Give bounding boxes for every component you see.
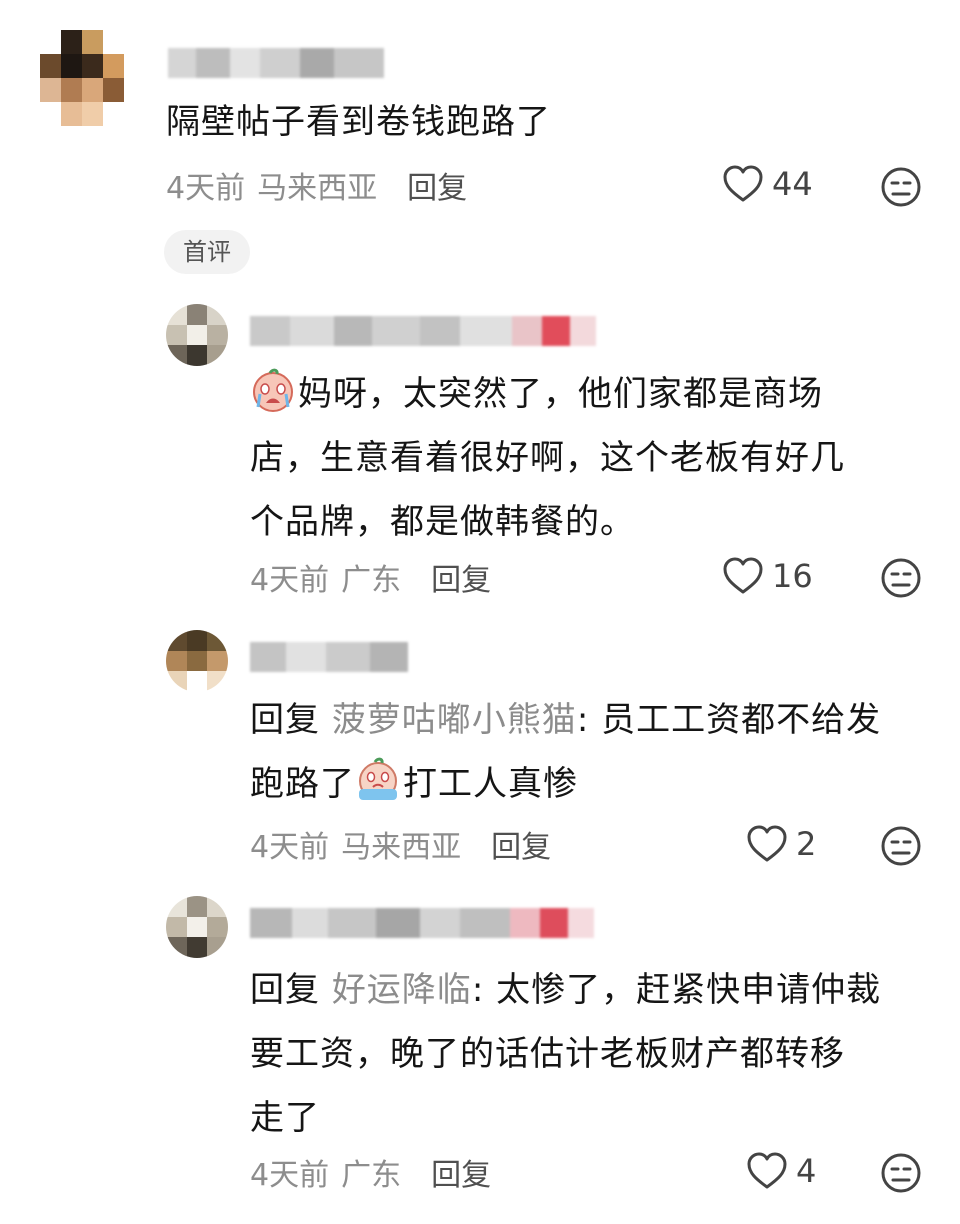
- avatar[interactable]: [166, 896, 228, 958]
- avatar[interactable]: [166, 304, 228, 366]
- avatar[interactable]: [166, 630, 228, 692]
- reply-button[interactable]: 回复: [431, 555, 491, 599]
- reply-button[interactable]: 回复: [491, 822, 551, 866]
- comment-location: 马来西亚: [257, 171, 378, 206]
- heart-outline-icon: [723, 165, 763, 202]
- comment-text-line: 走了: [250, 1098, 320, 1138]
- comment-meta: 4天前 广东 回复: [250, 1150, 491, 1194]
- comment-text-line: 打工人真惨: [403, 764, 578, 804]
- comment-text-line: 个品牌，都是做韩餐的。: [250, 502, 635, 542]
- heart-outline-icon: [747, 1152, 787, 1189]
- like-count: 4: [796, 1152, 817, 1190]
- reply-button[interactable]: 回复: [407, 163, 467, 207]
- like-button[interactable]: 2: [746, 824, 816, 864]
- comment-time: 4天前: [166, 171, 246, 206]
- username[interactable]: [250, 642, 408, 672]
- comment-text: 隔壁帖子看到卷钱跑路了: [166, 102, 551, 142]
- comment-meta: 4天前 广东 回复: [250, 555, 491, 599]
- heart-outline-icon: [723, 557, 763, 594]
- comment-text-line: 要工资，晚了的话估计老板财产都转移: [250, 1034, 845, 1074]
- like-count: 16: [772, 557, 813, 595]
- comment-text-line: 妈呀，太突然了，他们家都是商场: [298, 374, 823, 414]
- crying-face-emoji: [359, 757, 397, 800]
- comment-location: 马来西亚: [341, 830, 462, 865]
- neutral-face-icon[interactable]: [880, 825, 922, 867]
- comment-text-line: 跑路了: [250, 764, 355, 804]
- neutral-face-icon[interactable]: [880, 1152, 922, 1194]
- username[interactable]: [250, 316, 596, 346]
- comment-time: 4天前: [250, 830, 330, 865]
- comment-meta: 4天前 马来西亚 回复: [166, 163, 467, 207]
- comment-text-line: : 员工工资都不给发: [576, 700, 882, 740]
- avatar[interactable]: [40, 30, 124, 126]
- reply-target-username[interactable]: 菠萝咕嘟小熊猫: [332, 700, 577, 740]
- reply-target-username[interactable]: 好运降临: [332, 970, 472, 1010]
- like-button[interactable]: 44: [722, 164, 813, 204]
- username[interactable]: [250, 908, 594, 938]
- comment-meta: 4天前 马来西亚 回复: [250, 822, 551, 866]
- reply-button[interactable]: 回复: [431, 1150, 491, 1194]
- crying-face-emoji: [253, 368, 293, 412]
- comment-text: 回复 好运降临: 太惨了，赶紧快申请仲裁 要工资，晚了的话估计老板财产都转移 走…: [250, 958, 881, 1150]
- comment-location: 广东: [341, 563, 402, 598]
- comment-time: 4天前: [250, 563, 330, 598]
- comment-text: 回复 菠萝咕嘟小熊猫: 员工工资都不给发 跑路了 打工人真惨: [250, 688, 881, 816]
- like-count: 44: [772, 165, 813, 203]
- comment-text-line: 店，生意看着很好啊，这个老板有好几: [250, 438, 845, 478]
- comment-text-line: : 太惨了，赶紧快申请仲裁: [471, 970, 882, 1010]
- neutral-face-icon[interactable]: [880, 166, 922, 208]
- comment-location: 广东: [341, 1158, 402, 1193]
- like-count: 2: [796, 825, 817, 863]
- reply-prefix: 回复: [250, 970, 320, 1010]
- username[interactable]: [168, 48, 384, 78]
- comment-text: 妈呀，太突然了，他们家都是商场 店，生意看着很好啊，这个老板有好几 个品牌，都是…: [250, 362, 845, 554]
- neutral-face-icon[interactable]: [880, 557, 922, 599]
- like-button[interactable]: 16: [722, 556, 813, 596]
- first-comment-tag: 首评: [164, 230, 250, 274]
- comment-time: 4天前: [250, 1158, 330, 1193]
- like-button[interactable]: 4: [746, 1151, 816, 1191]
- reply-prefix: 回复: [250, 700, 320, 740]
- heart-outline-icon: [747, 825, 787, 862]
